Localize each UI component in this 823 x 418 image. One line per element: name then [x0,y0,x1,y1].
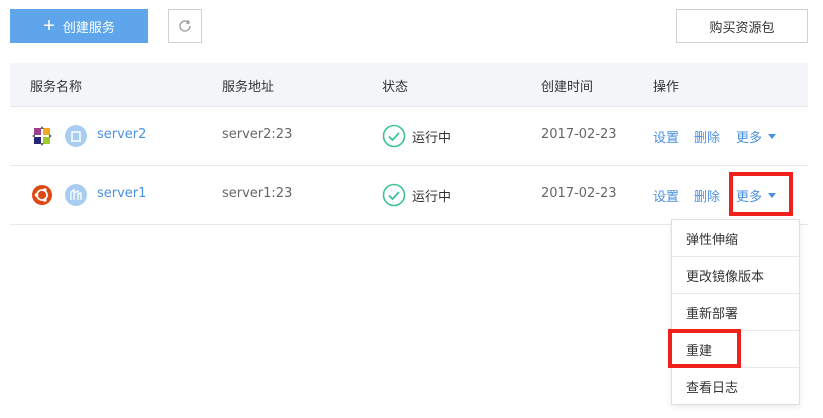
status-text: 运行中 [412,131,452,146]
menu-item-view-logs[interactable]: 查看日志 [672,368,799,405]
service-table: 服务名称 服务地址 状态 创建时间 操作 server2 server2:23 … [10,63,808,225]
server-icon [65,184,87,206]
server-icon [65,125,87,147]
created-time: 2017-02-23 [541,186,617,201]
more-label: 更多 [736,131,763,146]
create-service-label: 创建服务 [62,19,115,35]
delete-link[interactable]: 删除 [694,127,720,146]
check-circle-icon [382,124,406,148]
check-circle-icon [382,183,406,207]
header-status: 状态 [382,80,409,95]
header-actions: 操作 [653,80,680,95]
delete-link[interactable]: 删除 [694,186,720,205]
header-service-address: 服务地址 [222,80,275,95]
menu-item-redeploy[interactable]: 重新部署 [672,294,799,331]
status-text: 运行中 [412,190,452,205]
buy-resource-pack-button[interactable]: 购买资源包 [676,9,808,43]
header-service-name: 服务名称 [30,80,83,95]
more-dropdown-menu: 弹性伸缩 更改镜像版本 重新部署 重建 查看日志 [671,219,800,405]
table-row: server2 server2:23 运行中 2017-02-23 设置 删除 … [10,107,808,166]
menu-item-change-image-version[interactable]: 更改镜像版本 [672,257,799,294]
menu-item-autoscale[interactable]: 弹性伸缩 [672,220,799,257]
table-header: 服务名称 服务地址 状态 创建时间 操作 [10,63,808,107]
service-name-link[interactable]: server2 [97,127,146,142]
refresh-button[interactable] [168,9,202,43]
plus-icon: + [43,15,55,37]
centos-icon [32,126,52,146]
ubuntu-icon [32,185,52,205]
table-row: server1 server1:23 运行中 2017-02-23 设置 删除 … [10,166,808,225]
service-address: server1:23 [222,186,293,201]
created-time: 2017-02-23 [541,127,617,142]
settings-link[interactable]: 设置 [653,127,679,146]
rebuild-highlight-box [668,329,741,368]
service-address: server2:23 [222,127,293,142]
create-service-button[interactable]: + 创建服务 [10,9,148,43]
more-highlight-box [729,172,793,216]
header-created-time: 创建时间 [541,80,594,95]
caret-down-icon [768,134,777,139]
more-dropdown-toggle[interactable]: 更多 [736,127,777,146]
refresh-icon [179,20,191,32]
service-name-link[interactable]: server1 [97,186,146,201]
settings-link[interactable]: 设置 [653,186,679,205]
